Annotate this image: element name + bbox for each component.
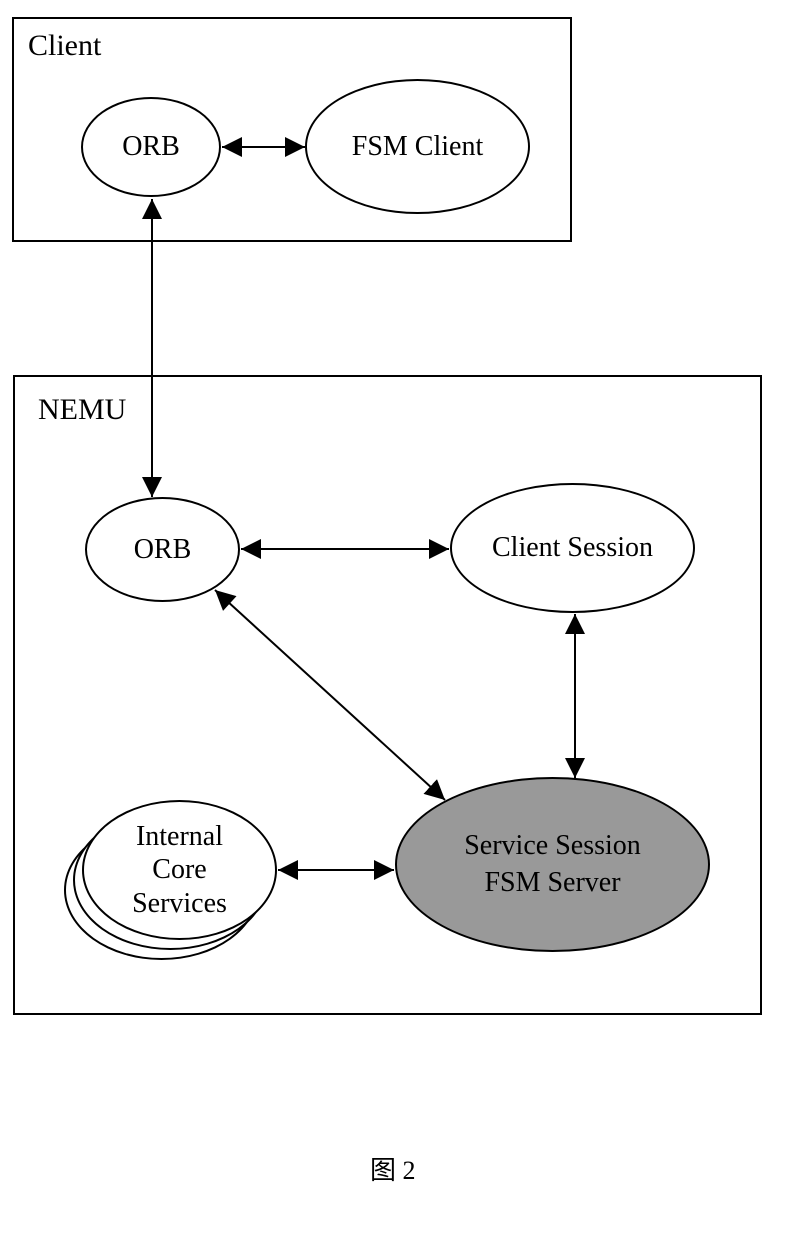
client-session-label: Client Session xyxy=(492,532,653,564)
internal-core-label: Internal Core Services xyxy=(132,820,227,921)
orb-nemu-label: ORB xyxy=(134,534,192,566)
fsm-client-label: FSM Client xyxy=(352,131,483,163)
orb-client-label: ORB xyxy=(122,131,180,163)
orb-client-node: ORB xyxy=(81,97,221,197)
orb-nemu-node: ORB xyxy=(85,497,240,602)
nemu-box-label: NEMU xyxy=(38,393,126,427)
internal-core-node: Internal Core Services xyxy=(82,800,277,940)
service-session-node: Service Session FSM Server xyxy=(395,777,710,952)
figure-label: 图 2 xyxy=(370,1150,416,1187)
service-session-label: Service Session FSM Server xyxy=(464,828,641,901)
client-session-node: Client Session xyxy=(450,483,695,613)
client-box-label: Client xyxy=(28,29,101,63)
fsm-client-node: FSM Client xyxy=(305,79,530,214)
diagram-container: Client ORB FSM Client NEMU ORB Client Se… xyxy=(0,0,800,1249)
